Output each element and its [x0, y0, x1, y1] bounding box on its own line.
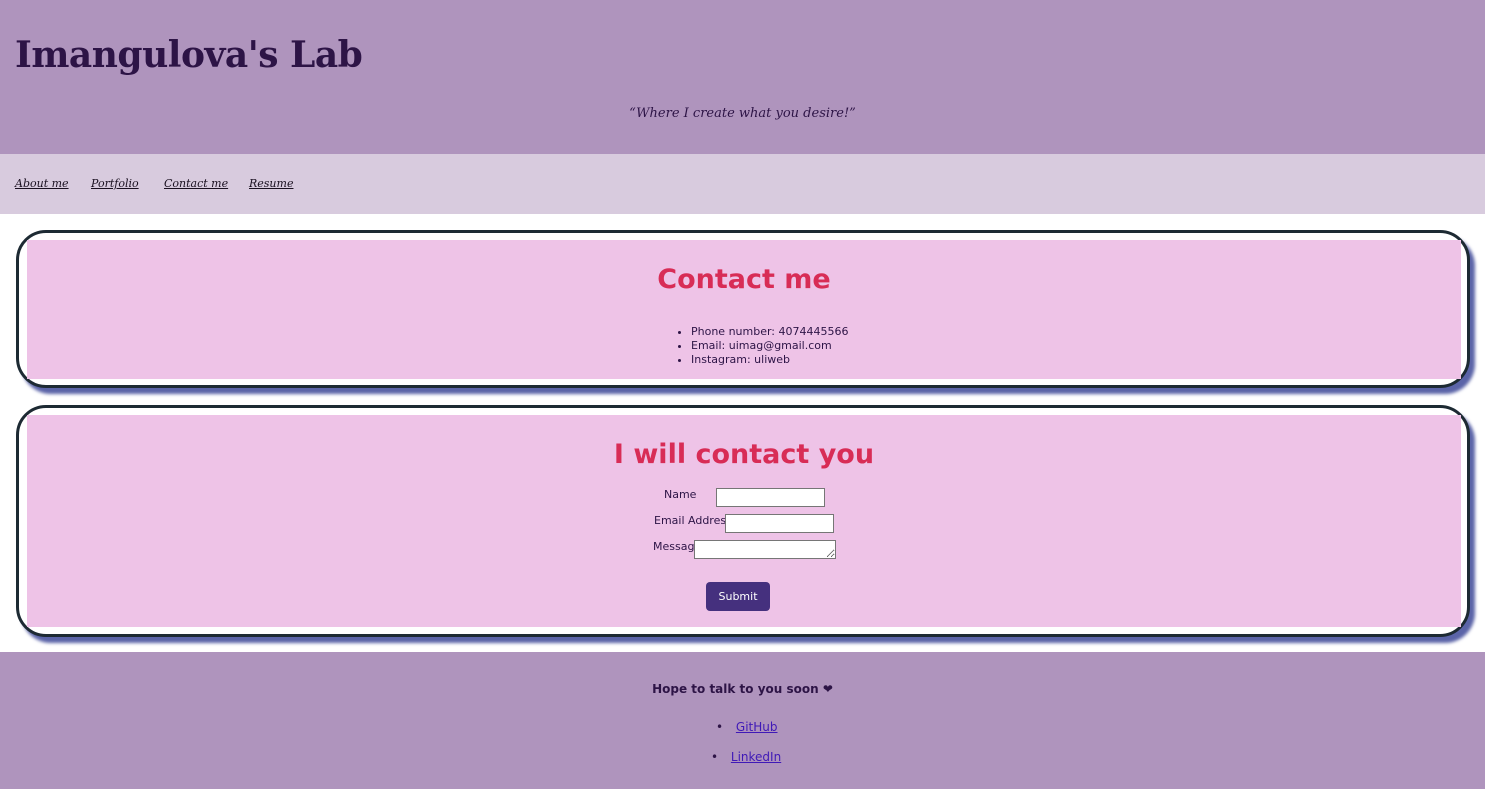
- email-input[interactable]: [725, 514, 834, 533]
- footer-list-item-github: • GitHub: [716, 720, 778, 734]
- main-nav: About me Portfolio Contact me Resume: [0, 154, 1485, 214]
- contact-form-card: I will contact you Name Email Address Me…: [16, 405, 1470, 637]
- contact-email: Email: uimag@gmail.com: [691, 339, 849, 353]
- contact-card-title: Contact me: [657, 264, 831, 295]
- contact-card-body: Contact me Phone number: 4074445566 Emai…: [27, 240, 1461, 379]
- submit-button[interactable]: Submit: [706, 582, 770, 611]
- nav-link-about-me[interactable]: About me: [15, 177, 69, 190]
- email-label: Email Address: [654, 514, 732, 527]
- message-textarea[interactable]: [694, 540, 836, 559]
- contact-phone: Phone number: 4074445566: [691, 325, 849, 339]
- nav-link-portfolio[interactable]: Portfolio: [91, 177, 139, 190]
- bullet: •: [716, 720, 724, 734]
- contact-card: Contact me Phone number: 4074445566 Emai…: [16, 230, 1470, 388]
- bullet: •: [711, 750, 719, 764]
- contact-form-body: I will contact you Name Email Address Me…: [27, 415, 1461, 627]
- footer-message: Hope to talk to you soon ❤: [652, 682, 833, 696]
- contact-instagram: Instagram: uliweb: [691, 353, 849, 367]
- name-label: Name: [664, 488, 697, 501]
- github-link[interactable]: GitHub: [736, 720, 778, 734]
- nav-link-resume[interactable]: Resume: [249, 177, 293, 190]
- tagline: “Where I create what you desire!”: [629, 106, 856, 121]
- footer-list-item-linkedin: • LinkedIn: [711, 750, 781, 764]
- nav-link-contact-me[interactable]: Contact me: [164, 177, 228, 190]
- name-input[interactable]: [716, 488, 825, 507]
- contact-info-list: Phone number: 4074445566 Email: uimag@gm…: [679, 325, 849, 367]
- site-header: Imangulova's Lab “Where I create what yo…: [0, 0, 1485, 154]
- linkedin-link[interactable]: LinkedIn: [731, 750, 781, 764]
- site-title: Imangulova's Lab: [15, 34, 363, 76]
- site-footer: Hope to talk to you soon ❤ • GitHub • Li…: [0, 652, 1485, 789]
- contact-form-title: I will contact you: [613, 439, 875, 470]
